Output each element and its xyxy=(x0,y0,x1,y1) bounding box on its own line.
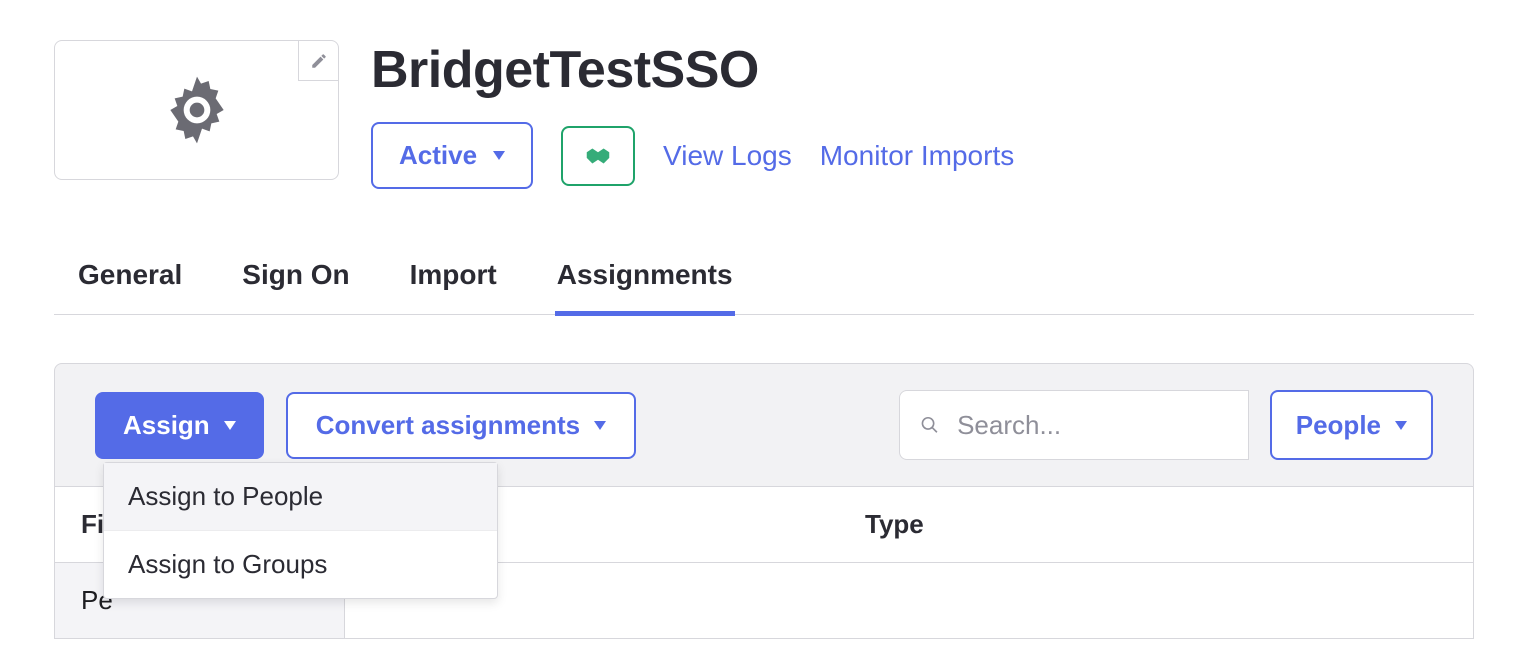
handshake-button[interactable] xyxy=(561,126,635,186)
type-column-header: Type xyxy=(345,487,1473,563)
view-logs-link[interactable]: View Logs xyxy=(663,140,792,172)
tab-sign-on[interactable]: Sign On xyxy=(240,259,351,316)
people-filter-dropdown[interactable]: People xyxy=(1270,390,1433,460)
assign-to-groups-item[interactable]: Assign to Groups xyxy=(104,531,497,598)
tab-general[interactable]: General xyxy=(76,259,184,316)
assign-button[interactable]: Assign xyxy=(95,392,264,459)
assign-dropdown-menu: Assign to People Assign to Groups xyxy=(103,462,498,599)
chevron-down-icon xyxy=(1395,421,1407,430)
monitor-imports-link[interactable]: Monitor Imports xyxy=(820,140,1015,172)
convert-assignments-button[interactable]: Convert assignments xyxy=(286,392,636,459)
status-label: Active xyxy=(399,140,477,171)
chevron-down-icon xyxy=(224,421,236,430)
assign-label: Assign xyxy=(123,410,210,441)
search-icon xyxy=(920,414,939,436)
assignments-panel: Assign Convert assignments People Assign… xyxy=(54,363,1474,639)
tab-import[interactable]: Import xyxy=(408,259,499,316)
chevron-down-icon xyxy=(493,151,505,160)
tabs: General Sign On Import Assignments xyxy=(54,259,1474,315)
search-box xyxy=(899,390,1249,460)
edit-logo-button[interactable] xyxy=(298,41,338,81)
filter-label: People xyxy=(1296,410,1381,441)
gear-icon xyxy=(157,70,237,150)
tab-assignments[interactable]: Assignments xyxy=(555,259,735,316)
convert-label: Convert assignments xyxy=(316,410,580,441)
toolbar: Assign Convert assignments People Assign… xyxy=(55,364,1473,486)
chevron-down-icon xyxy=(594,421,606,430)
search-input[interactable] xyxy=(957,410,1228,441)
app-title: BridgetTestSSO xyxy=(371,40,1474,100)
app-logo-box xyxy=(54,40,339,180)
pencil-icon xyxy=(310,52,328,70)
status-dropdown[interactable]: Active xyxy=(371,122,533,189)
assign-to-people-item[interactable]: Assign to People xyxy=(104,463,497,531)
handshake-icon xyxy=(583,144,613,168)
